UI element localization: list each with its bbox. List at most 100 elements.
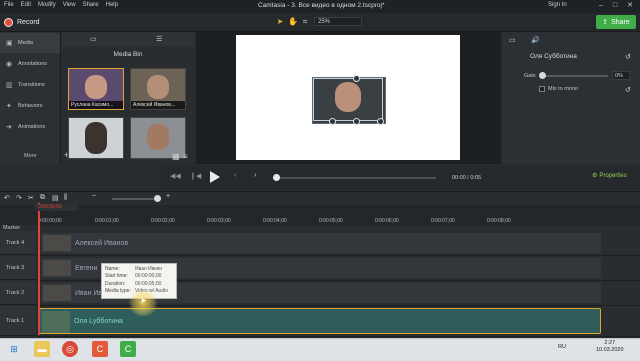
clip-label: Евгени [75, 264, 98, 272]
mix-to-mono-checkbox[interactable] [539, 86, 545, 92]
sign-in-link[interactable]: Sign In [548, 2, 567, 8]
record-button[interactable]: Record [4, 16, 40, 28]
split-icon[interactable]: ⫼ [64, 194, 67, 202]
tick-label: 0:00:00;00 [38, 218, 62, 224]
list-toggle-icon[interactable]: ≡ [183, 152, 188, 161]
resize-handle[interactable] [329, 118, 336, 125]
seek-knob[interactable] [273, 174, 280, 181]
minimize-icon[interactable]: – [596, 1, 606, 11]
track-header-4[interactable]: Track 4 [0, 231, 36, 255]
timeline-clip[interactable]: Алексей Иванов [41, 233, 601, 253]
playhead[interactable] [38, 203, 40, 335]
chrome-icon[interactable]: ◎ [62, 341, 78, 357]
mouse-cursor-icon: ➤ [140, 296, 147, 305]
media-bin-header: ▭ ☰ [62, 32, 194, 46]
record-label: Record [17, 18, 40, 26]
tick-label: 0:00:08;00 [487, 218, 511, 224]
share-icon: ⇪ [602, 19, 609, 26]
track-lane-1[interactable]: Оля Lyбботина [37, 306, 640, 337]
menu-view[interactable]: View [63, 2, 76, 8]
selected-timeline-clip[interactable]: Оля Lyбботина [39, 308, 601, 334]
menu-edit[interactable]: Edit [21, 2, 31, 8]
close-icon[interactable]: ✕ [625, 1, 635, 11]
zoom-out-icon[interactable]: − [92, 193, 96, 200]
resize-handle[interactable] [353, 118, 360, 125]
clip-label: Оля Lyбботина [74, 317, 123, 325]
menu-modify[interactable]: Modify [38, 2, 56, 8]
timeline-zoom-slider[interactable] [112, 198, 160, 200]
tooltip-key: Name: [105, 266, 120, 272]
track-header-1[interactable]: Track 1 [0, 306, 36, 336]
timeline-zoom-knob[interactable] [154, 195, 161, 202]
track-header-2[interactable]: Track 2 [0, 281, 36, 305]
nav-annotations[interactable]: ◉ Annotations [0, 54, 60, 74]
gain-slider-knob[interactable] [539, 72, 546, 79]
reset-icon[interactable]: ↺ [625, 53, 631, 61]
selected-video-clip[interactable] [312, 75, 386, 125]
media-thumbnail[interactable] [68, 117, 124, 159]
audio-properties-icon[interactable]: 🔊 [531, 36, 540, 44]
menu-share[interactable]: Share [83, 2, 99, 8]
folder-icon[interactable]: ▬ [34, 341, 50, 357]
step-back-icon[interactable]: ◀◀ [170, 172, 181, 180]
resize-handle[interactable] [353, 75, 360, 82]
cut-icon[interactable]: ✂ [28, 194, 34, 202]
animation-icon: ➜ [6, 123, 12, 131]
tooltip-value: Иван Ивкин [135, 266, 163, 272]
crop-tool-icon[interactable]: ⌗ [300, 17, 310, 27]
track-lane-4[interactable]: Алексей Иванов [37, 231, 640, 256]
menu-file[interactable]: File [4, 2, 14, 8]
media-icon: ▣ [6, 39, 13, 47]
tick-label: 0:00:02;00 [151, 218, 175, 224]
arrow-tool-icon[interactable]: ➤ [275, 17, 285, 27]
hand-tool-icon[interactable]: ✋ [288, 17, 298, 27]
share-button[interactable]: ⇪ Share [596, 15, 636, 29]
media-thumbnail[interactable]: Алексей Иванов... [130, 68, 186, 110]
nav-behaviors[interactable]: ✦ Behaviors [0, 96, 60, 116]
mix-to-mono-label: Mix to mono [548, 86, 578, 92]
media-thumbnail[interactable]: Руслана Касимо... [68, 68, 124, 110]
zoom-select[interactable]: 25% [314, 17, 362, 26]
reset-gain-icon[interactable]: ↺ [625, 86, 631, 94]
redo-icon[interactable]: ↷ [16, 194, 22, 202]
start-icon[interactable]: ⊞ [6, 341, 22, 357]
play-icon[interactable] [210, 171, 220, 183]
nav-media[interactable]: ▣ Media [0, 33, 60, 53]
copy-icon[interactable]: ⧉ [40, 194, 45, 202]
playhead-time: 0:00:00;00 [35, 204, 77, 211]
zoom-in-icon[interactable]: + [166, 193, 170, 200]
tooltip-value: 00:00:05;00 [135, 280, 162, 287]
clip-thumbnail [43, 260, 71, 276]
previous-icon[interactable]: ‹ [234, 172, 236, 179]
app-icon[interactable]: C [92, 341, 108, 357]
bin-view-icon[interactable]: ▭ [90, 35, 97, 43]
paste-icon[interactable]: ▤ [52, 194, 59, 202]
maximize-icon[interactable]: □ [610, 1, 620, 11]
nav-transitions[interactable]: ▥ Transitions [0, 75, 60, 95]
list-view-icon[interactable]: ☰ [156, 35, 162, 43]
menu-help[interactable]: Help [106, 2, 118, 8]
tick-label: 0:00:04;00 [263, 218, 287, 224]
nav-animations[interactable]: ➜ Animations [0, 117, 60, 137]
grid-view-icon[interactable]: ▦ [172, 152, 180, 161]
gain-slider[interactable] [540, 75, 608, 77]
next-icon[interactable]: › [254, 172, 256, 179]
properties-button[interactable]: ⚙ Properties [592, 172, 627, 180]
seek-bar[interactable] [276, 177, 436, 179]
face-image [147, 124, 169, 150]
camtasia-icon[interactable]: C [120, 341, 136, 357]
undo-icon[interactable]: ↶ [4, 194, 10, 202]
track-header-3[interactable]: Track 3 [0, 256, 36, 280]
gain-input[interactable]: 0% [612, 71, 630, 80]
step-back-frame-icon[interactable]: ❙◀ [190, 172, 201, 180]
resize-handle[interactable] [377, 118, 384, 125]
language-indicator[interactable]: RU [558, 344, 566, 350]
tooltip-key: Start time: [105, 273, 128, 280]
face-image [147, 75, 169, 99]
visual-properties-icon[interactable]: ▭ [509, 36, 516, 44]
tick-label: 0:00:06;00 [375, 218, 399, 224]
gain-label: Gain [524, 73, 536, 79]
face-image [85, 122, 107, 154]
more-button[interactable]: More [24, 153, 37, 159]
tooltip-value: 00:00:00;00 [135, 273, 162, 280]
